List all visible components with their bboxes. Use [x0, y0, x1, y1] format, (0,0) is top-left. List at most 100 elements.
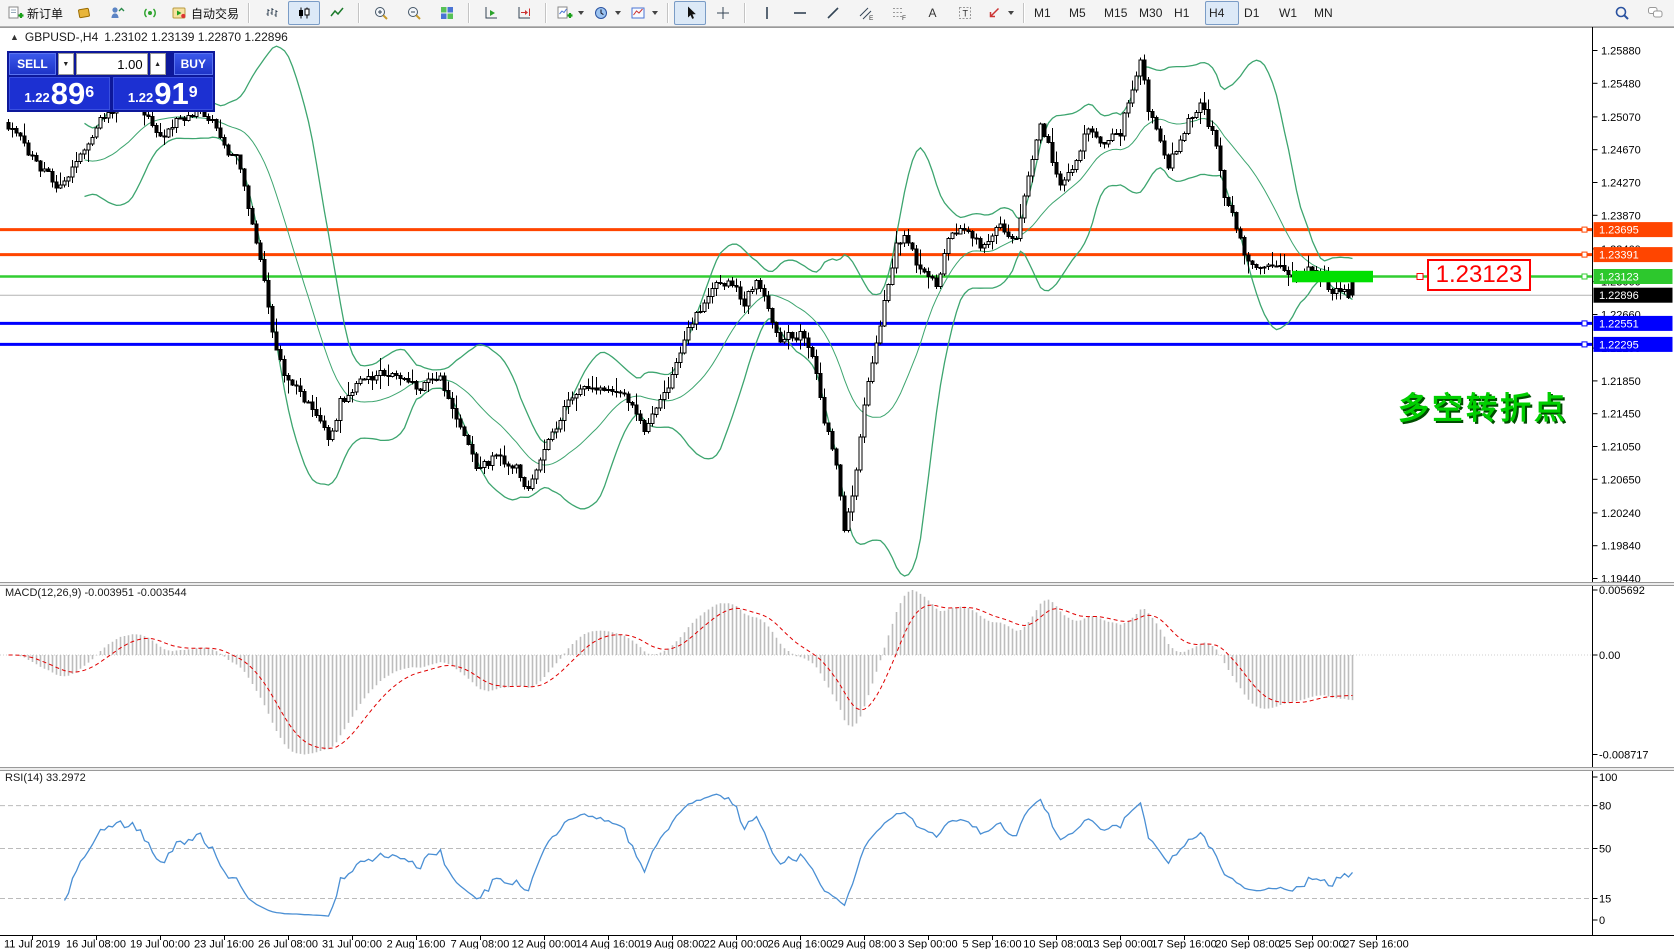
- candle: [1007, 232, 1010, 237]
- candle: [215, 120, 218, 129]
- chart-line-button[interactable]: [321, 1, 353, 25]
- vertical-line-button[interactable]: [751, 1, 783, 25]
- candle: [519, 465, 522, 477]
- market-watch-button[interactable]: [101, 1, 133, 25]
- candle: [743, 299, 746, 306]
- candle: [391, 374, 394, 377]
- chart-bars-button[interactable]: [255, 1, 287, 25]
- tf-w1-button[interactable]: W1: [1275, 1, 1309, 25]
- candle: [1051, 142, 1054, 162]
- cursor-button[interactable]: [674, 1, 706, 25]
- candle: [1123, 113, 1126, 136]
- tf-h4-button[interactable]: H4: [1205, 1, 1239, 25]
- price-axis[interactable]: [1592, 27, 1674, 935]
- periods-button[interactable]: [589, 1, 625, 25]
- new-order-button[interactable]: 新订单: [3, 1, 67, 25]
- trend-line-button[interactable]: [817, 1, 849, 25]
- candle: [1131, 90, 1134, 103]
- tf-mn-button[interactable]: MN: [1310, 1, 1344, 25]
- arrows-button[interactable]: [982, 1, 1018, 25]
- volume-input[interactable]: 1.00: [76, 53, 148, 75]
- zoom-out-button[interactable]: [398, 1, 430, 25]
- candle: [803, 332, 806, 339]
- candle: [1095, 132, 1098, 137]
- sell-button[interactable]: SELL: [9, 53, 56, 75]
- macd-pane-splitter[interactable]: [0, 582, 1674, 586]
- candle: [335, 420, 338, 431]
- sell-price-prefix: 1.22: [24, 88, 49, 108]
- buy-price-button[interactable]: 1.22 91 9: [113, 77, 214, 110]
- tf-m5-button[interactable]: M5: [1065, 1, 1099, 25]
- chart-annotation-text[interactable]: 多空转折点: [1398, 383, 1568, 428]
- tf-m15-button[interactable]: M15: [1100, 1, 1134, 25]
- candle: [563, 406, 566, 420]
- candle: [271, 307, 274, 332]
- candle: [707, 297, 710, 303]
- auto-trading-button[interactable]: 自动交易: [167, 1, 243, 25]
- candle: [315, 410, 318, 416]
- crosshair-button[interactable]: [707, 1, 739, 25]
- candle: [1143, 60, 1146, 80]
- tile-windows-button[interactable]: [431, 1, 463, 25]
- candle: [711, 289, 714, 297]
- candle: [591, 388, 594, 389]
- candle: [15, 129, 18, 134]
- candle: [735, 286, 738, 288]
- price-callout-label[interactable]: 1.23123: [1427, 259, 1531, 291]
- indicators-add-icon: [556, 5, 573, 21]
- candle: [147, 115, 150, 117]
- auto-scroll-button[interactable]: [475, 1, 507, 25]
- tf-d1-button[interactable]: D1: [1240, 1, 1274, 25]
- candle: [411, 382, 414, 383]
- tf-m1-label: M1: [1034, 6, 1060, 20]
- chart-symbol-header[interactable]: ▲ GBPUSD-,H4 1.23102 1.23139 1.22870 1.2…: [10, 30, 288, 44]
- candle: [975, 238, 978, 239]
- chart-shift-icon: [516, 5, 533, 21]
- tf-m30-button[interactable]: M30: [1135, 1, 1169, 25]
- templates-button[interactable]: [626, 1, 662, 25]
- volume-increase-button[interactable]: ▲: [150, 53, 166, 75]
- candle: [439, 376, 442, 380]
- horizontal-line-button[interactable]: [784, 1, 816, 25]
- dropdown-caret-icon[interactable]: [1008, 11, 1014, 15]
- profiles-button[interactable]: [68, 1, 100, 25]
- candle: [895, 243, 898, 268]
- candle: [755, 281, 758, 290]
- chat-button[interactable]: [1639, 1, 1671, 25]
- tf-h1-button[interactable]: H1: [1170, 1, 1204, 25]
- search-button[interactable]: [1606, 1, 1638, 25]
- indicators-add-button[interactable]: [552, 1, 588, 25]
- chart-shift-button[interactable]: [508, 1, 540, 25]
- crosshair-icon: [715, 5, 732, 21]
- chart-candles-button[interactable]: [288, 1, 320, 25]
- time-axis[interactable]: [0, 935, 1674, 949]
- signal-button[interactable]: [134, 1, 166, 25]
- candle: [91, 137, 94, 144]
- candle: [99, 118, 102, 129]
- dropdown-caret-icon[interactable]: [615, 11, 621, 15]
- tf-mn-label: MN: [1314, 6, 1340, 20]
- candle: [403, 378, 406, 379]
- tf-m1-button[interactable]: M1: [1030, 1, 1064, 25]
- candle: [931, 277, 934, 278]
- tf-m5-label: M5: [1069, 6, 1095, 20]
- dropdown-caret-icon[interactable]: [652, 11, 658, 15]
- candle: [847, 512, 850, 530]
- fibonacci-button[interactable]: F: [883, 1, 915, 25]
- candle: [559, 420, 562, 429]
- text-button[interactable]: A: [916, 1, 948, 25]
- buy-button[interactable]: BUY: [174, 53, 213, 75]
- chart-canvas[interactable]: 1.258801.254801.250701.246701.242701.238…: [0, 27, 1674, 949]
- volume-decrease-button[interactable]: ▼: [58, 53, 74, 75]
- dropdown-caret-icon[interactable]: [578, 11, 584, 15]
- equidistant-channel-button[interactable]: E: [850, 1, 882, 25]
- candle: [1059, 174, 1062, 185]
- collapse-quote-icon[interactable]: ▲: [10, 32, 19, 42]
- candle: [655, 408, 658, 414]
- candle: [767, 296, 770, 308]
- zoom-in-button[interactable]: [365, 1, 397, 25]
- sell-price-button[interactable]: 1.22 89 6: [9, 77, 110, 110]
- rsi-pane-splitter[interactable]: [0, 767, 1674, 771]
- text-label-button[interactable]: T: [949, 1, 981, 25]
- toolbar-separator: [744, 3, 746, 23]
